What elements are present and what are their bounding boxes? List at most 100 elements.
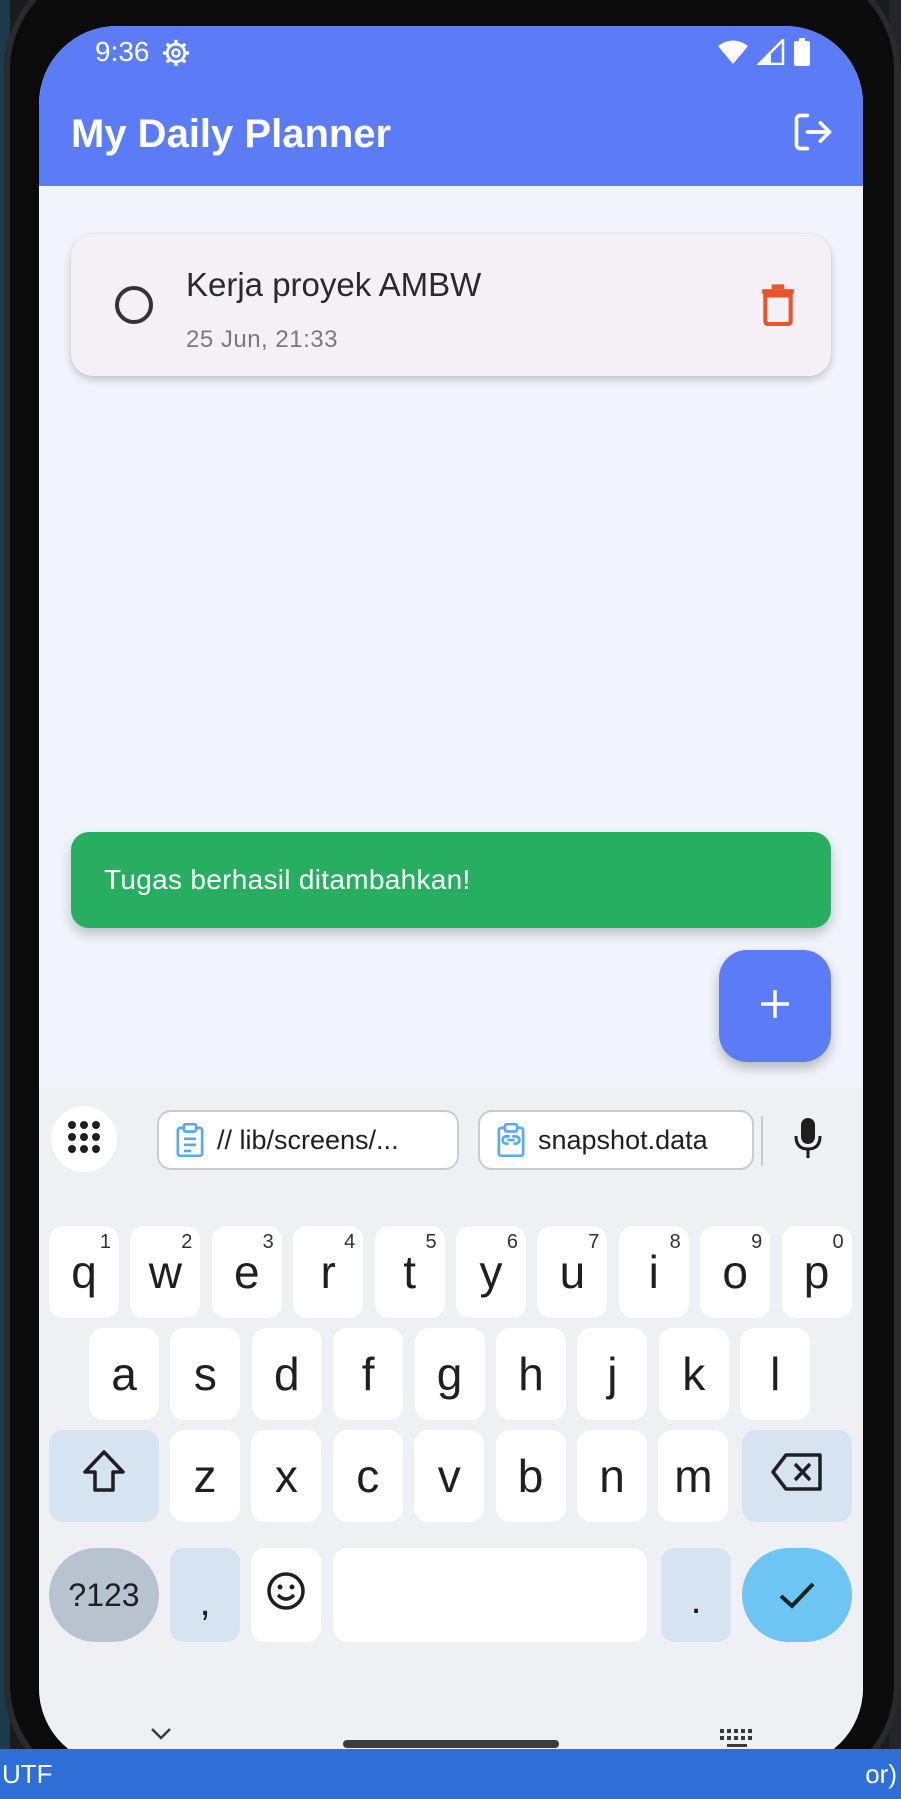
key-label: f	[361, 1348, 375, 1400]
status-bar: 9:36	[39, 26, 863, 80]
home-gesture-bar[interactable]	[343, 1740, 559, 1748]
emoji-key[interactable]	[251, 1548, 321, 1642]
key-b[interactable]: b	[495, 1430, 566, 1522]
soft-keyboard: // lib/screens/... snapshot.data ?123 , …	[39, 1088, 863, 1766]
key-label: p	[803, 1246, 830, 1298]
shift-key[interactable]	[49, 1430, 159, 1522]
voice-input-button[interactable]	[793, 1116, 823, 1165]
suggestion-divider	[761, 1116, 763, 1166]
key-label: x	[274, 1450, 298, 1502]
enter-key[interactable]	[742, 1548, 852, 1642]
key-y[interactable]: y6	[456, 1226, 526, 1318]
desktop-status-bar: UTF or)	[0, 1749, 901, 1799]
key-o[interactable]: o9	[700, 1226, 771, 1318]
key-m[interactable]: m	[658, 1430, 729, 1522]
key-i[interactable]: i8	[618, 1226, 689, 1318]
snackbar-message: Tugas berhasil ditambahkan!	[104, 864, 471, 895]
key-e[interactable]: e3	[211, 1226, 282, 1318]
key-label: r	[320, 1246, 336, 1298]
task-complete-checkbox[interactable]	[115, 286, 153, 324]
keyboard-apps-button[interactable]	[51, 1106, 117, 1172]
key-label: d	[274, 1348, 300, 1400]
status-icons	[717, 36, 811, 71]
settings-gear-icon	[161, 38, 191, 73]
keyboard-suggestion-row: // lib/screens/... snapshot.data	[39, 1088, 863, 1188]
hide-keyboard-button[interactable]	[149, 1726, 173, 1747]
key-d[interactable]: d	[251, 1328, 322, 1420]
key-k[interactable]: k	[658, 1328, 729, 1420]
key-p[interactable]: p0	[781, 1226, 852, 1318]
comma-label: ,	[199, 1579, 211, 1624]
chevron-down-icon	[149, 1728, 173, 1746]
symbols-key[interactable]: ?123	[49, 1548, 159, 1642]
key-h[interactable]: h	[496, 1328, 566, 1420]
key-f[interactable]: f	[333, 1328, 404, 1420]
key-z[interactable]: z	[170, 1430, 240, 1522]
key-label: c	[356, 1450, 380, 1502]
key-hint: 8	[669, 1231, 681, 1253]
task-date: 25 Jun, 21:33	[186, 326, 338, 353]
key-x[interactable]: x	[251, 1430, 322, 1522]
key-r[interactable]: r4	[293, 1226, 364, 1318]
checkmark-icon	[777, 1568, 817, 1622]
key-label: y	[479, 1246, 503, 1298]
clipboard-icon	[175, 1123, 205, 1157]
key-n[interactable]: n	[577, 1430, 647, 1522]
clipboard-suggestion-chip[interactable]: // lib/screens/...	[157, 1110, 459, 1170]
key-hint: 6	[506, 1231, 518, 1253]
key-label: m	[674, 1450, 713, 1502]
key-label: t	[403, 1246, 416, 1298]
logout-button[interactable]	[789, 110, 837, 158]
key-j[interactable]: j	[577, 1328, 648, 1420]
key-q[interactable]: q1	[49, 1226, 119, 1318]
page-title: My Daily Planner	[71, 112, 392, 156]
key-label: h	[518, 1348, 544, 1400]
key-label: g	[436, 1348, 463, 1400]
key-hint: 4	[344, 1231, 356, 1253]
key-label: k	[682, 1348, 706, 1400]
key-l[interactable]: l	[740, 1328, 811, 1420]
key-g[interactable]: g	[414, 1328, 485, 1420]
key-c[interactable]: c	[332, 1430, 403, 1522]
phone-screen: 9:36 My Daily Planner Kerja proyek AMBW …	[39, 26, 863, 1766]
backspace-key[interactable]	[742, 1430, 852, 1522]
clipboard-suggestion-text: // lib/screens/...	[217, 1124, 399, 1155]
task-title: Kerja proyek AMBW	[186, 266, 482, 303]
backspace-icon	[770, 1449, 824, 1503]
key-s[interactable]: s	[170, 1328, 241, 1420]
space-key[interactable]	[333, 1548, 647, 1642]
trash-icon	[759, 284, 797, 330]
key-label: e	[234, 1246, 260, 1298]
key-t[interactable]: t5	[374, 1226, 445, 1318]
delete-task-button[interactable]	[759, 284, 797, 331]
period-label: .	[690, 1577, 702, 1622]
battery-icon	[793, 38, 811, 71]
microphone-icon	[793, 1118, 823, 1164]
app-bar: My Daily Planner	[39, 80, 863, 186]
key-v[interactable]: v	[414, 1430, 485, 1522]
clipboard-link-suggestion-chip[interactable]: snapshot.data	[478, 1110, 754, 1170]
key-hint: 2	[181, 1231, 193, 1253]
plus-icon	[758, 987, 792, 1026]
key-a[interactable]: a	[89, 1328, 159, 1420]
key-label: v	[437, 1450, 461, 1502]
task-card[interactable]: Kerja proyek AMBW 25 Jun, 21:33	[71, 234, 831, 376]
key-label: q	[71, 1246, 97, 1298]
desktop-left-text: UTF	[2, 1759, 53, 1789]
key-w[interactable]: w2	[130, 1226, 201, 1318]
key-label: a	[111, 1348, 137, 1400]
emoji-icon	[266, 1568, 306, 1622]
desktop-right-text: or)	[865, 1759, 897, 1789]
clipboard-link-suggestion-text: snapshot.data	[538, 1124, 708, 1155]
wifi-icon	[717, 39, 749, 70]
grid-icon	[67, 1120, 101, 1159]
period-key[interactable]: .	[661, 1548, 731, 1642]
key-hint: 7	[588, 1231, 600, 1253]
key-hint: 3	[262, 1231, 274, 1253]
key-label: z	[193, 1450, 217, 1502]
comma-key[interactable]: ,	[170, 1548, 240, 1642]
key-u[interactable]: u7	[537, 1226, 608, 1318]
key-label: i	[648, 1246, 659, 1298]
key-hint: 5	[425, 1231, 437, 1253]
add-task-button[interactable]	[719, 950, 831, 1062]
